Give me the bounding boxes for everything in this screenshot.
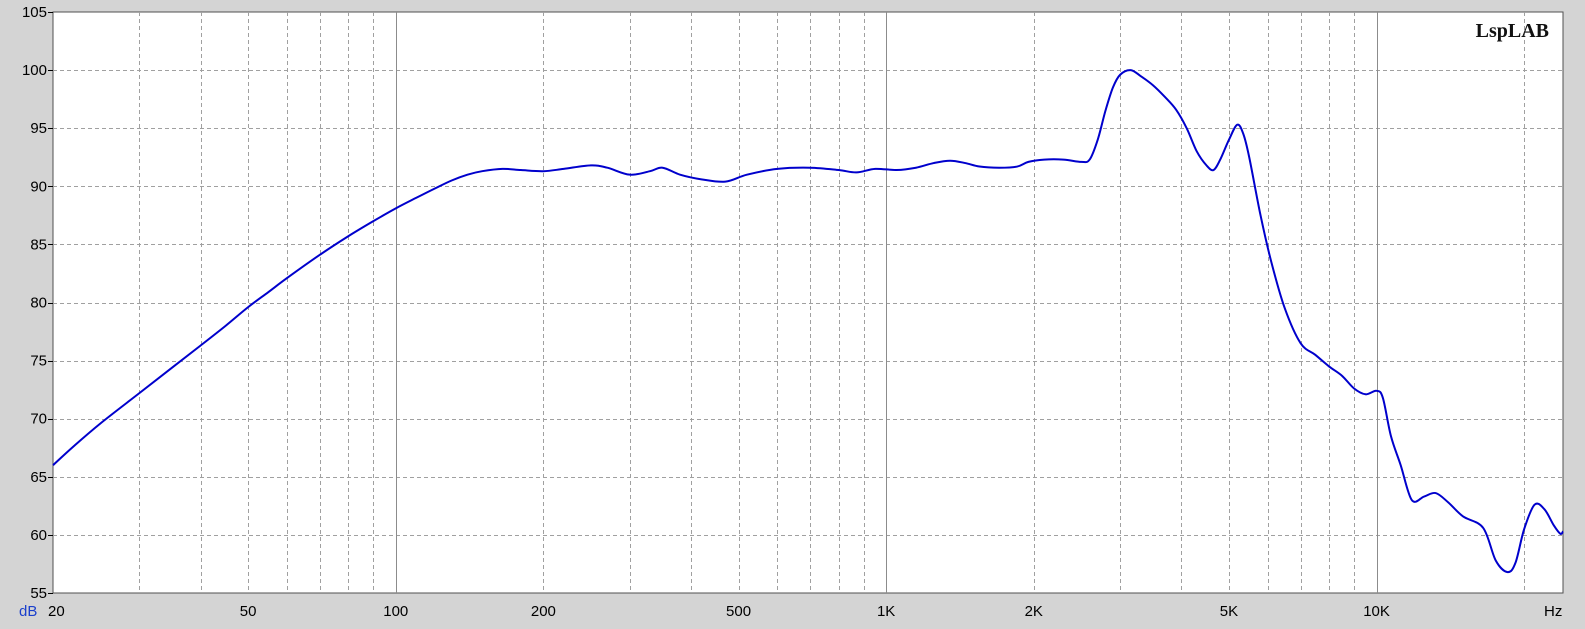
y-tick-label: 85: [30, 236, 47, 253]
y-tick-label: 75: [30, 353, 47, 370]
x-tick-label: 10K: [1363, 603, 1390, 620]
y-tick-label: 80: [30, 295, 47, 312]
x-tick-label: 2K: [1025, 603, 1043, 620]
y-axis-ticks: 55 60 65 70 75 80 85 90 95 100 105: [22, 4, 53, 602]
y-tick-label: 105: [22, 4, 47, 21]
x-tick-label: 100: [383, 603, 408, 620]
x-tick-label: 5K: [1220, 603, 1238, 620]
frequency-response-chart: 55 60 65 70 75 80 85 90 95 100 105 20 50 100 200 500 1K…: [19, 4, 1564, 620]
y-tick-label: 90: [30, 178, 47, 195]
y-unit-label: dB: [19, 603, 37, 620]
y-tick-label: 100: [22, 62, 47, 79]
x-axis-ticks: 20 50 100 200 500 1K 2K 5K 10K: [48, 603, 1390, 620]
x-tick-label: 500: [726, 603, 751, 620]
y-tick-label: 95: [30, 120, 47, 137]
y-tick-label: 65: [30, 469, 47, 486]
plot-area: [52, 11, 1564, 594]
y-tick-label: 60: [30, 527, 47, 544]
x-unit-label: Hz: [1544, 603, 1562, 620]
x-tick-label: 20: [48, 603, 65, 620]
brand-logo: LspLAB: [1476, 20, 1549, 42]
y-tick-label: 70: [30, 411, 47, 428]
y-tick-label: 55: [30, 585, 47, 602]
x-tick-label: 50: [240, 603, 257, 620]
x-tick-label: 200: [531, 603, 556, 620]
x-tick-label: 1K: [877, 603, 895, 620]
